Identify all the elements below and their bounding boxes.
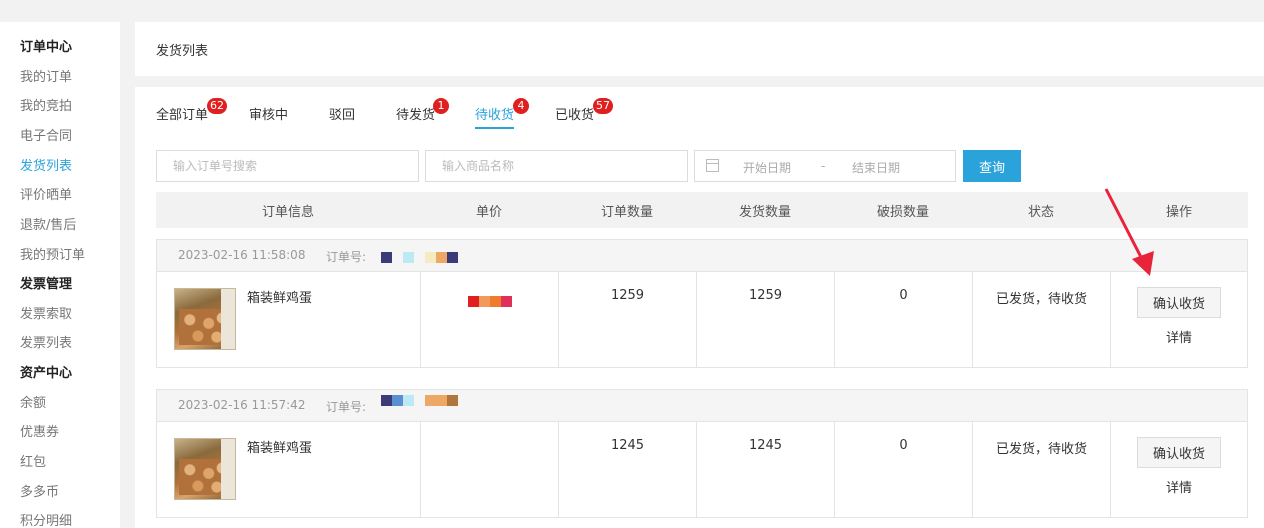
damaged-quantity: 0	[899, 438, 908, 453]
column-header: 状态	[1027, 205, 1054, 220]
details-link[interactable]: 详情	[1111, 327, 1247, 346]
column-header: 破损数量	[876, 205, 929, 220]
order-info-cell: 箱装鲜鸡蛋	[157, 272, 421, 367]
sidebar-item-e-contracts[interactable]: 电子合同	[20, 125, 72, 144]
ship-quantity-cell: 1259	[697, 272, 835, 367]
product-thumbnail[interactable]	[174, 438, 236, 500]
tab-received[interactable]: 已收货 57	[555, 98, 613, 123]
calendar-icon	[706, 159, 719, 172]
sidebar-item-my-auctions[interactable]: 我的竞拍	[20, 95, 72, 114]
order-quantity: 1259	[610, 288, 645, 303]
page-title: 发货列表	[156, 44, 209, 59]
order-quantity: 1245	[610, 438, 645, 453]
tab-label: 待发货	[396, 108, 436, 123]
order-status: 已发货，待收货	[995, 442, 1087, 457]
order-header: 2023-02-16 11:57:42 订单号:	[157, 390, 1247, 422]
actions-cell: 确认收货 详情	[1111, 272, 1247, 367]
order-quantity-cell: 1245	[559, 422, 697, 517]
tab-label: 已收货	[555, 108, 595, 123]
order-number-label: 订单号:	[326, 250, 367, 264]
main-panel: 全部订单 62 审核中 驳回 待发货 1 待收货 4 已收货 57 开始日期 -…	[135, 87, 1264, 528]
confirm-receipt-button[interactable]: 确认收货	[1137, 287, 1221, 318]
end-date-input[interactable]: 结束日期	[852, 159, 900, 176]
order-status: 已发货，待收货	[995, 292, 1087, 307]
sidebar-heading-order-center: 订单中心	[20, 40, 73, 55]
date-separator: -	[821, 159, 826, 173]
column-header: 发货数量	[738, 205, 791, 220]
date-range-picker[interactable]: 开始日期 - 结束日期	[694, 150, 956, 182]
product-thumbnail[interactable]	[174, 288, 236, 350]
sidebar-item-coins[interactable]: 多多币	[20, 481, 59, 500]
damaged-quantity-cell: 0	[835, 422, 973, 517]
order-quantity-cell: 1259	[559, 272, 697, 367]
actions-cell: 确认收货 详情	[1111, 422, 1247, 517]
tab-all-orders[interactable]: 全部订单 62	[156, 98, 227, 123]
sidebar-heading-assets: 资产中心	[20, 366, 73, 381]
order-info-cell: 箱装鲜鸡蛋	[157, 422, 421, 517]
details-link[interactable]: 详情	[1111, 477, 1247, 496]
tab-rejected[interactable]: 驳回	[329, 104, 355, 123]
count-badge: 1	[433, 98, 449, 114]
ship-quantity: 1259	[748, 288, 783, 303]
tab-label: 全部订单	[156, 108, 209, 123]
unit-price-cell	[421, 422, 559, 517]
tab-label: 审核中	[249, 108, 289, 123]
table-header: 订单信息 单价 订单数量 发货数量 破损数量 状态 操作	[156, 192, 1248, 228]
tab-label: 待收货	[475, 108, 515, 123]
order-number-label: 订单号:	[326, 400, 367, 414]
status-cell: 已发货，待收货	[973, 272, 1111, 367]
product-name[interactable]: 箱装鲜鸡蛋	[247, 287, 312, 306]
start-date-input[interactable]: 开始日期	[743, 159, 791, 176]
sidebar: 订单中心 我的订单 我的竞拍 电子合同 发货列表 评价晒单 退款/售后 我的预订…	[0, 22, 120, 528]
damaged-quantity: 0	[899, 288, 908, 303]
unit-price-cell	[421, 272, 559, 367]
tab-to-receive[interactable]: 待收货 4	[475, 98, 529, 129]
count-badge: 4	[513, 98, 529, 114]
sidebar-item-reviews[interactable]: 评价晒单	[20, 184, 72, 203]
sidebar-item-invoice-request[interactable]: 发票索取	[20, 303, 72, 322]
sidebar-item-shipping-list[interactable]: 发货列表	[20, 155, 72, 174]
column-header: 订单信息	[261, 205, 314, 220]
product-name-search-input[interactable]	[425, 150, 688, 182]
sidebar-item-coupons[interactable]: 优惠券	[20, 421, 59, 440]
confirm-receipt-button[interactable]: 确认收货	[1137, 437, 1221, 468]
order-time: 2023-02-16 11:57:42	[178, 398, 306, 412]
order-number-search-input[interactable]	[156, 150, 419, 182]
count-badge: 57	[593, 98, 613, 114]
column-header: 订单数量	[600, 205, 653, 220]
sidebar-item-invoice-list[interactable]: 发票列表	[20, 332, 72, 351]
sidebar-item-balance[interactable]: 余额	[20, 392, 46, 411]
order-header: 2023-02-16 11:58:08 订单号:	[157, 240, 1247, 272]
sidebar-item-my-orders[interactable]: 我的订单	[20, 66, 72, 85]
sidebar-heading-invoice: 发票管理	[20, 277, 73, 292]
order-card: 2023-02-16 11:58:08 订单号: 箱装鲜鸡蛋 1259 1259…	[156, 239, 1248, 368]
tab-label: 驳回	[329, 108, 356, 123]
status-cell: 已发货，待收货	[973, 422, 1111, 517]
sidebar-item-preorders[interactable]: 我的预订单	[20, 244, 85, 263]
count-badge: 62	[207, 98, 227, 114]
order-time: 2023-02-16 11:58:08	[178, 248, 306, 262]
damaged-quantity-cell: 0	[835, 272, 973, 367]
product-name[interactable]: 箱装鲜鸡蛋	[247, 437, 312, 456]
sidebar-item-points[interactable]: 积分明细	[20, 510, 72, 528]
order-card: 2023-02-16 11:57:42 订单号: 箱装鲜鸡蛋 1245 1245…	[156, 389, 1248, 518]
tab-under-review[interactable]: 审核中	[249, 104, 288, 123]
column-header: 单价	[475, 205, 502, 220]
page-header: 发货列表	[135, 22, 1264, 76]
annotation-arrow-icon	[1104, 188, 1154, 276]
sidebar-item-refunds[interactable]: 退款/售后	[20, 214, 76, 233]
ship-quantity: 1245	[748, 438, 783, 453]
ship-quantity-cell: 1245	[697, 422, 835, 517]
tab-to-ship[interactable]: 待发货 1	[396, 98, 449, 123]
search-button[interactable]: 查询	[963, 150, 1021, 182]
sidebar-item-red-packets[interactable]: 红包	[20, 451, 46, 470]
